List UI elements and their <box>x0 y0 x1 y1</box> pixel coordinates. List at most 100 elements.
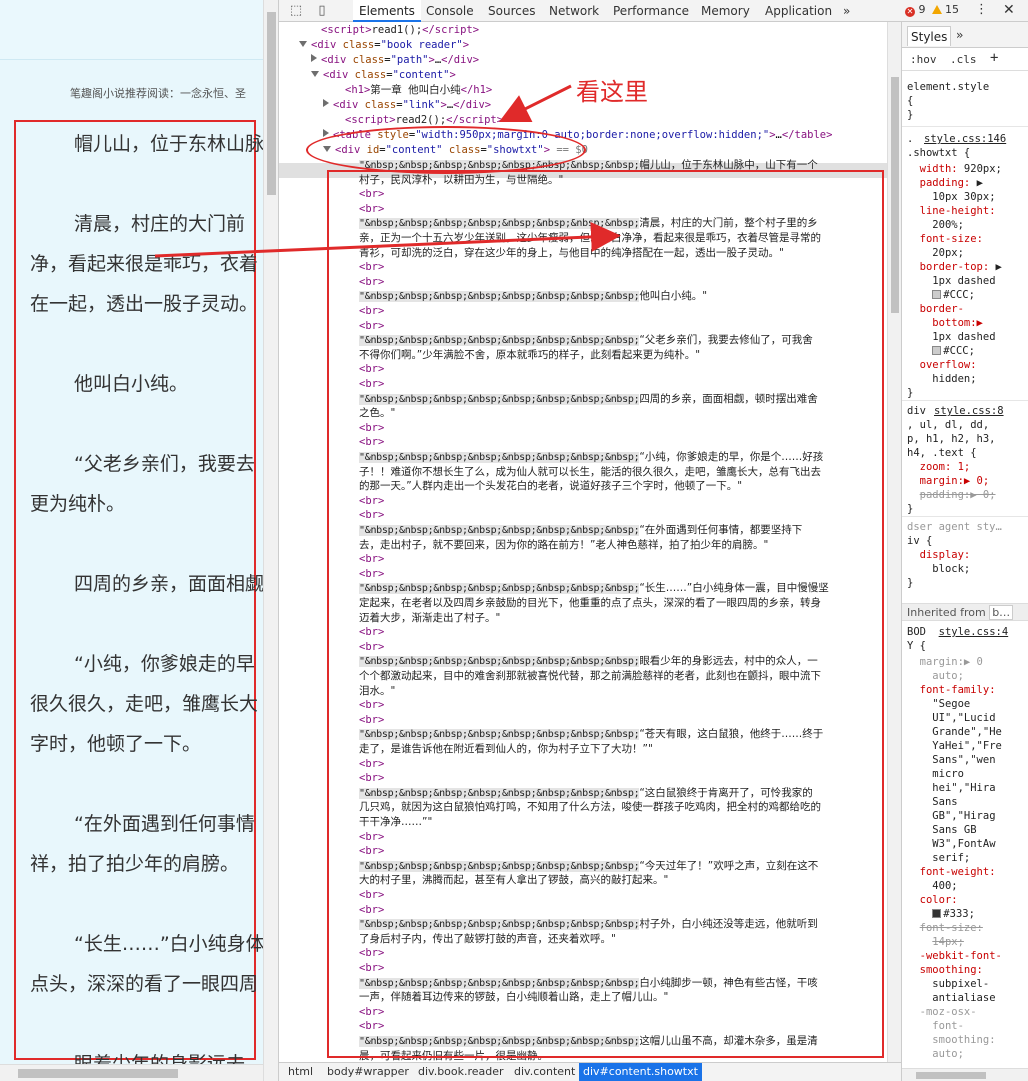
tab-sources[interactable]: Sources <box>482 0 541 22</box>
color-swatch[interactable] <box>932 346 942 355</box>
css-property[interactable]: border-top <box>920 261 983 273</box>
css-declaration[interactable]: border-top: ▶ <box>907 260 1002 274</box>
css-value[interactable]: subpixel- <box>932 978 989 990</box>
css-property[interactable]: font-weight: <box>920 866 996 878</box>
css-property[interactable]: -moz-osx- <box>920 1006 977 1018</box>
css-value[interactable]: 10px 30px; <box>932 191 995 203</box>
css-value[interactable]: 1px dashed <box>932 275 995 287</box>
tab-console[interactable]: Console <box>420 0 480 22</box>
stylesheet-link[interactable]: style.css:8 <box>934 405 1004 417</box>
rule-link[interactable]: style.css:146 <box>924 132 1006 146</box>
page-vertical-scrollbar[interactable] <box>263 0 278 1081</box>
page-hscroll-thumb[interactable] <box>18 1069 178 1078</box>
css-property[interactable]: line-height <box>920 205 990 217</box>
devtools-menu-icon[interactable]: ⋮ <box>975 2 988 18</box>
inspect-element-icon[interactable]: ⬚ <box>288 3 304 19</box>
css-property[interactable]: color: <box>920 894 958 906</box>
rule-selector[interactable]: Y { <box>907 640 926 652</box>
breadcrumb-item[interactable]: div#content.showtxt <box>579 1063 702 1081</box>
css-value[interactable]: #333; <box>943 908 975 920</box>
rule-selector[interactable]: div <box>907 405 926 417</box>
page-scroll-thumb[interactable] <box>267 12 276 195</box>
console-counts[interactable]: ✕ 9 15 <box>905 3 959 17</box>
css-property[interactable]: smoothing: <box>920 964 983 976</box>
tab-memory[interactable]: Memory <box>695 0 756 22</box>
css-declaration[interactable]: zoom: 1; <box>920 461 971 473</box>
css-value[interactable]: #CCC; <box>943 289 975 301</box>
stylesheet-link[interactable]: style.css:4 <box>939 626 1009 638</box>
more-tabs-button[interactable]: » <box>837 0 856 22</box>
css-declaration[interactable]: margin:▶ 0; <box>920 475 990 487</box>
inherited-source[interactable]: b… <box>989 605 1014 620</box>
tab-elements[interactable]: Elements <box>353 0 421 22</box>
recommend-banner[interactable]: 笔趣阁小说推荐阅读：一念永恒、圣 <box>0 86 263 102</box>
css-value[interactable]: Sans","wen <box>932 754 995 766</box>
css-value[interactable]: Sans <box>932 796 957 808</box>
elements-scroll-thumb[interactable] <box>891 77 899 313</box>
css-value[interactable]: 200%; <box>932 219 964 231</box>
new-rule-button[interactable]: + <box>990 50 998 66</box>
css-value[interactable]: #CCC; <box>943 345 975 357</box>
css-value[interactable]: hei","Hira <box>932 782 995 794</box>
css-declaration[interactable]: font-size: <box>907 232 983 246</box>
css-value[interactable]: antialiase <box>932 992 995 1004</box>
breadcrumb-item[interactable]: div.content <box>510 1063 579 1081</box>
css-value[interactable]: Grande","He <box>932 726 1002 738</box>
css-value[interactable]: UI","Lucid <box>932 712 995 724</box>
css-declaration[interactable]: width: 920px; <box>907 162 1002 176</box>
breadcrumb-item[interactable]: body#wrapper <box>323 1063 413 1081</box>
css-value[interactable]: font- <box>932 1020 964 1032</box>
color-swatch[interactable] <box>932 909 942 918</box>
css-property[interactable]: -webkit-font- <box>920 950 1002 962</box>
cls-toggle[interactable]: .cls <box>950 53 977 66</box>
tab-styles[interactable]: Styles <box>907 26 952 46</box>
css-declaration[interactable]: padding: ▶ <box>907 176 983 190</box>
breadcrumb-item[interactable]: html <box>284 1063 317 1081</box>
css-value[interactable]: 14px; <box>932 936 964 948</box>
rule-selector[interactable]: , ul, dl, dd, <box>907 419 989 431</box>
css-property[interactable]: font-family: <box>920 684 996 696</box>
css-value[interactable]: Sans GB <box>932 824 976 836</box>
rule-link[interactable]: style.css:8 <box>934 404 1004 418</box>
styles-hscrollbar[interactable] <box>902 1068 1028 1081</box>
close-devtools-icon[interactable]: ✕ <box>1003 2 1015 18</box>
css-value[interactable]: YaHei","Fre <box>932 740 1002 752</box>
css-value[interactable]: 20px; <box>932 247 964 259</box>
css-declaration[interactable]: overflow: <box>907 358 977 372</box>
css-value[interactable]: micro <box>932 768 964 780</box>
css-property[interactable]: width <box>920 163 952 175</box>
css-declaration-overridden[interactable]: padding:▶ 0; <box>920 489 996 501</box>
css-value[interactable]: GB","Hirag <box>932 810 995 822</box>
css-value[interactable]: serif; <box>932 852 970 864</box>
stylesheet-link[interactable]: style.css:146 <box>924 133 1006 145</box>
styles-hscroll-thumb[interactable] <box>916 1072 986 1079</box>
css-value[interactable]: auto; <box>932 670 964 682</box>
tab-network[interactable]: Network <box>543 0 605 22</box>
css-value[interactable]: 1px dashed <box>932 331 995 343</box>
css-value[interactable]: auto; <box>932 1048 964 1060</box>
css-property[interactable]: border- <box>920 303 964 315</box>
rule-selector[interactable]: .showtxt { <box>907 147 970 159</box>
css-value[interactable]: ▶ <box>977 177 983 189</box>
css-property[interactable]: font-size: <box>920 922 983 934</box>
page-horizontal-scrollbar[interactable] <box>0 1064 263 1081</box>
css-value[interactable]: 920px; <box>964 163 1002 175</box>
device-toolbar-icon[interactable]: ▯ <box>314 3 330 19</box>
css-value[interactable]: smoothing: <box>932 1034 995 1046</box>
css-value[interactable]: "Segoe <box>932 698 970 710</box>
css-value[interactable]: W3",FontAw <box>932 838 995 850</box>
rule-selector[interactable]: p, h1, h2, h3, <box>907 433 996 445</box>
color-swatch[interactable] <box>932 290 942 299</box>
elements-scrollbar[interactable] <box>887 22 901 1062</box>
tab-application[interactable]: Application <box>759 0 838 22</box>
css-property[interactable]: margin:▶ 0 <box>920 656 983 668</box>
css-value[interactable]: hidden; <box>932 373 976 385</box>
tab-performance[interactable]: Performance <box>607 0 695 22</box>
css-property[interactable]: padding <box>920 177 964 189</box>
rule-selector[interactable]: BOD <box>907 626 926 638</box>
css-value[interactable]: bottom:▶ <box>932 317 983 329</box>
hov-toggle[interactable]: :hov <box>910 53 937 66</box>
css-property[interactable]: font-size <box>920 233 977 245</box>
css-value[interactable]: ▶ <box>996 261 1002 273</box>
rule-selector[interactable]: h4, .text { <box>907 447 977 459</box>
